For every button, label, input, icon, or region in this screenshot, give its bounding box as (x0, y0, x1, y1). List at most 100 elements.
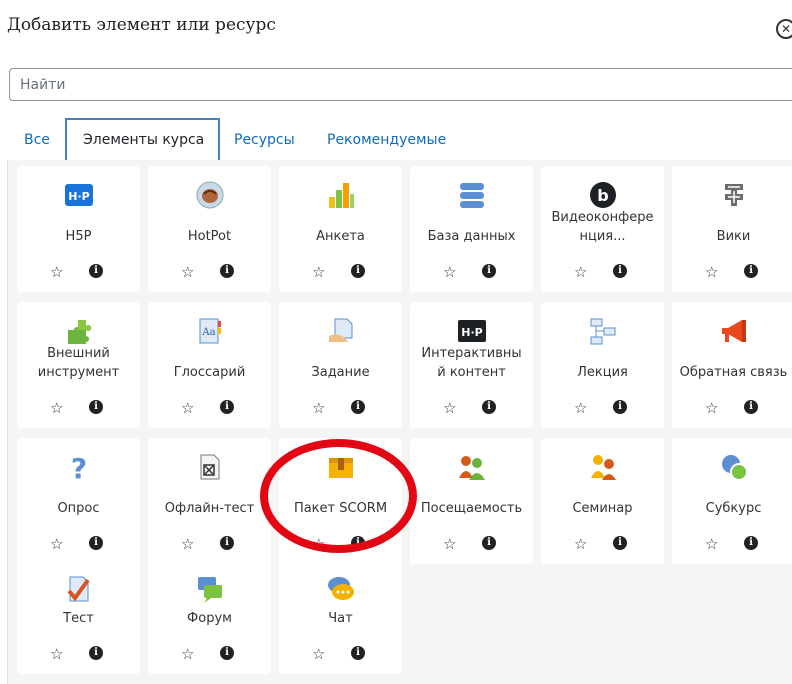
module-card-choice[interactable]: ? Опрос ☆ i (17, 438, 140, 564)
star-icon[interactable]: ☆ (443, 534, 456, 554)
info-icon[interactable]: i (744, 536, 758, 550)
star-icon[interactable]: ☆ (443, 262, 456, 282)
megaphone-icon (672, 314, 792, 348)
module-card-database[interactable]: База данных ☆ i (410, 166, 533, 292)
star-icon[interactable]: ☆ (312, 262, 325, 282)
h5p-dark-icon: H·P (410, 314, 533, 348)
star-icon[interactable]: ☆ (574, 398, 587, 418)
star-icon[interactable]: ☆ (181, 644, 194, 664)
module-name: Внешний инструмент (37, 346, 120, 380)
info-icon[interactable]: i (220, 536, 234, 550)
info-icon[interactable]: i (220, 400, 234, 414)
module-card-offlinequiz[interactable]: Офлайн-тест ☆ i (148, 438, 271, 564)
star-icon[interactable]: ☆ (181, 262, 194, 282)
svg-text:H·P: H·P (461, 326, 482, 339)
svg-text:?: ? (70, 452, 86, 482)
tab-resources[interactable]: Ресурсы (234, 118, 295, 162)
module-card-wiki[interactable]: Вики ☆ i (672, 166, 792, 292)
star-icon[interactable]: ☆ (181, 398, 194, 418)
module-card-forum[interactable]: Форум ☆ i (148, 560, 271, 674)
info-icon[interactable]: i (482, 536, 496, 550)
svg-text:b: b (597, 186, 608, 205)
star-icon[interactable]: ☆ (312, 644, 325, 664)
module-card-survey[interactable]: Анкета ☆ i (279, 166, 402, 292)
svg-text:H·P: H·P (68, 190, 89, 203)
subcourse-icon (672, 450, 792, 484)
module-card-h5p[interactable]: H·P H5P ☆ i (17, 166, 140, 292)
dialog-title: Добавить элемент или ресурс (7, 15, 276, 35)
module-name: Посещаемость (420, 501, 523, 516)
tab-activities[interactable]: Элементы курса (65, 118, 220, 162)
star-icon[interactable]: ☆ (705, 398, 718, 418)
glossary-icon: Aa (148, 314, 271, 348)
module-card-chat[interactable]: Чат ☆ i (279, 560, 402, 674)
star-icon[interactable]: ☆ (50, 534, 63, 554)
assignment-icon (279, 314, 402, 348)
info-icon[interactable]: i (482, 400, 496, 414)
workshop-icon (541, 450, 664, 484)
h5p-icon: H·P (17, 178, 140, 212)
module-name: Семинар (572, 501, 633, 516)
module-name: Обратная связь (679, 365, 788, 380)
module-name: Чат (328, 611, 353, 626)
module-card-lti[interactable]: Внешний инструмент ☆ i (17, 302, 140, 428)
info-icon[interactable]: i (89, 400, 103, 414)
info-icon[interactable]: i (351, 646, 365, 660)
module-card-glossary[interactable]: Aa Глоссарий ☆ i (148, 302, 271, 428)
info-icon[interactable]: i (89, 536, 103, 550)
info-icon[interactable]: i (89, 264, 103, 278)
module-card-feedback[interactable]: Обратная связь ☆ i (672, 302, 792, 428)
hotpot-icon (148, 178, 271, 212)
info-icon[interactable]: i (351, 536, 365, 550)
info-icon[interactable]: i (613, 264, 627, 278)
star-icon[interactable]: ☆ (574, 262, 587, 282)
info-icon[interactable]: i (89, 646, 103, 660)
wiki-icon (672, 178, 792, 212)
info-icon[interactable]: i (482, 264, 496, 278)
info-icon[interactable]: i (220, 264, 234, 278)
star-icon[interactable]: ☆ (705, 262, 718, 282)
star-icon[interactable]: ☆ (312, 398, 325, 418)
info-icon[interactable]: i (351, 264, 365, 278)
module-card-quiz[interactable]: Тест ☆ i (17, 560, 140, 674)
module-card-hotpot[interactable]: HotPot ☆ i (148, 166, 271, 292)
chat-icon (279, 572, 402, 606)
star-icon[interactable]: ☆ (705, 534, 718, 554)
info-icon[interactable]: i (613, 400, 627, 414)
module-card-bigbluebutton[interactable]: b Видеоконфере нция... ☆ i (541, 166, 664, 292)
module-card-assignment[interactable]: Задание ☆ i (279, 302, 402, 428)
modules-panel: H·P H5P ☆ i HotPot ☆ i Анкета ☆ i База данн… (7, 160, 792, 684)
tab-all[interactable]: Все (24, 118, 50, 162)
star-icon[interactable]: ☆ (312, 534, 325, 554)
module-name: Анкета (316, 229, 365, 244)
module-name: Лекция (577, 365, 628, 380)
star-icon[interactable]: ☆ (181, 534, 194, 554)
attendance-icon (410, 450, 533, 484)
forum-icon (148, 572, 271, 606)
module-card-workshop[interactable]: Семинар ☆ i (541, 438, 664, 564)
database-icon (410, 178, 533, 212)
module-card-interactive-content[interactable]: H·P Интерактивны й контент ☆ i (410, 302, 533, 428)
puzzle-icon (17, 314, 140, 348)
tab-bar: Все Элементы курса Ресурсы Рекомендуемые (0, 118, 792, 162)
close-icon[interactable]: ✕ (776, 19, 792, 39)
info-icon[interactable]: i (613, 536, 627, 550)
tab-recommended[interactable]: Рекомендуемые (327, 118, 446, 162)
search-input[interactable] (9, 68, 792, 101)
info-icon[interactable]: i (351, 400, 365, 414)
module-card-attendance[interactable]: Посещаемость ☆ i (410, 438, 533, 564)
star-icon[interactable]: ☆ (50, 398, 63, 418)
star-icon[interactable]: ☆ (50, 262, 63, 282)
module-name: Тест (63, 611, 94, 626)
bar-chart-icon (279, 178, 402, 212)
star-icon[interactable]: ☆ (443, 398, 456, 418)
star-icon[interactable]: ☆ (50, 644, 63, 664)
info-icon[interactable]: i (220, 646, 234, 660)
lesson-icon (541, 314, 664, 348)
info-icon[interactable]: i (744, 264, 758, 278)
star-icon[interactable]: ☆ (574, 534, 587, 554)
module-card-lesson[interactable]: Лекция ☆ i (541, 302, 664, 428)
module-card-scorm[interactable]: Пакет SCORM ☆ i (279, 438, 402, 564)
info-icon[interactable]: i (744, 400, 758, 414)
module-card-subcourse[interactable]: Субкурс ☆ i (672, 438, 792, 564)
